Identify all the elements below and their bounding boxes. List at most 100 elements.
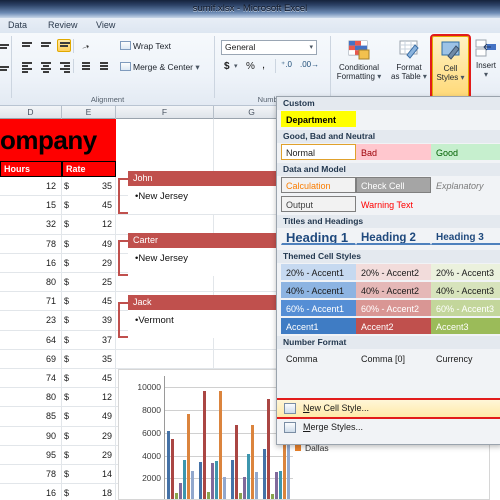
chart-bar[interactable]	[203, 390, 207, 499]
align-right-button[interactable]	[57, 59, 71, 73]
gallery-style-comma-0[interactable]: Comma [0]	[356, 350, 431, 366]
cell-rate[interactable]: 37	[62, 335, 112, 345]
increase-decimal-button[interactable]: ⁺.0	[281, 60, 292, 69]
cell-hours[interactable]: 78	[0, 239, 56, 249]
cell-hours[interactable]: 80	[0, 277, 56, 287]
chart-bar[interactable]	[255, 472, 259, 499]
gallery-style-heading-3[interactable]: Heading 3	[431, 229, 500, 245]
cell-styles-button[interactable]: Cell Styles ▾	[430, 34, 471, 100]
align-top-button[interactable]	[19, 39, 33, 52]
gallery-style-output[interactable]: Output	[281, 196, 356, 212]
gallery-style-check-cell[interactable]: Check Cell	[356, 177, 431, 193]
gallery-style-40-accent2[interactable]: 40% - Accent2	[356, 282, 431, 298]
cell-rate[interactable]: 35	[62, 181, 112, 191]
cell-hours[interactable]: 78	[0, 469, 56, 479]
gallery-style-warning-text[interactable]: Warning Text	[356, 196, 431, 212]
cell-rate[interactable]: 45	[62, 373, 112, 383]
chart-bar[interactable]	[251, 425, 255, 499]
chart-bar[interactable]	[187, 414, 191, 499]
gallery-style-accent1[interactable]: Accent1	[281, 318, 356, 334]
cell-rate[interactable]: 29	[62, 431, 112, 441]
cell-hours[interactable]: 80	[0, 392, 56, 402]
currency-button[interactable]: $	[224, 61, 230, 72]
gallery-style-20-accent1[interactable]: 20% - Accent1	[281, 264, 356, 280]
chart-bar[interactable]	[243, 477, 247, 499]
cell-rate[interactable]: 25	[62, 277, 112, 287]
chart-bar[interactable]	[171, 438, 175, 499]
align-center-button[interactable]	[38, 59, 52, 73]
chart-bar[interactable]	[215, 460, 219, 499]
gallery-style-40-accent3[interactable]: 40% - Accent3	[431, 282, 500, 298]
cell-rate[interactable]: 14	[62, 469, 112, 479]
gallery-style-good[interactable]: Good	[431, 144, 500, 160]
cell-hours[interactable]: 16	[0, 258, 56, 268]
chart-bar[interactable]	[263, 448, 267, 499]
decrease-indent-button[interactable]	[79, 59, 93, 72]
currency-dropdown-icon[interactable]: ▾	[234, 62, 238, 70]
chart-plot-area[interactable]	[165, 376, 293, 499]
align-left-button[interactable]	[19, 59, 33, 73]
comma-style-button[interactable]: ,	[262, 59, 265, 71]
cell-rate[interactable]: 45	[62, 296, 112, 306]
gallery-style-bad[interactable]: Bad	[356, 144, 431, 160]
gallery-style-normal[interactable]: Normal	[281, 144, 356, 160]
decrease-decimal-button[interactable]: .00→	[300, 60, 319, 69]
ribbon-tab-data[interactable]: Data	[4, 18, 31, 33]
cell-hours[interactable]: 64	[0, 335, 56, 345]
chart-bar[interactable]	[179, 482, 183, 499]
cell-rate[interactable]: 12	[62, 392, 112, 402]
merge-styles-menu-item[interactable]: Merge Styles...	[277, 419, 500, 436]
align-bottom-button[interactable]	[57, 39, 71, 52]
chart-bar[interactable]	[231, 460, 235, 499]
gallery-style-60-accent3[interactable]: 60% - Accent3	[431, 300, 500, 316]
increase-indent-button[interactable]	[97, 59, 111, 72]
smartart-node-title-john[interactable]: John	[128, 171, 290, 186]
cell-hours[interactable]: 32	[0, 219, 56, 229]
cell-hours[interactable]: 74	[0, 373, 56, 383]
gallery-style-60-accent1[interactable]: 60% - Accent1	[281, 300, 356, 316]
chart-bar[interactable]	[279, 471, 283, 499]
smartart-node-body-john[interactable]: •New Jersey	[128, 186, 290, 214]
chart-bar[interactable]	[235, 424, 239, 499]
chart-bar[interactable]	[211, 462, 215, 499]
smartart-graphic[interactable]: John •New Jersey Carter •New Jersey Jack…	[118, 171, 290, 357]
gallery-style-accent2[interactable]: Accent2	[356, 318, 431, 334]
conditional-formatting-button[interactable]: Conditional Formatting ▾	[336, 39, 382, 81]
chart-bar[interactable]	[239, 493, 243, 499]
cell-hours[interactable]: 69	[0, 354, 56, 364]
gallery-style-currency[interactable]: Currency	[431, 350, 500, 366]
gallery-style-comma[interactable]: Comma	[281, 350, 356, 366]
company-title-cell[interactable]: ompany	[0, 119, 116, 161]
percent-style-button[interactable]: %	[246, 61, 255, 72]
partial-button-bottom[interactable]	[0, 63, 10, 76]
cell-hours[interactable]: 23	[0, 315, 56, 325]
cell-hours[interactable]: 71	[0, 296, 56, 306]
gallery-style-explanatory[interactable]: Explanatory	[431, 177, 500, 193]
gallery-style-40-accent1[interactable]: 40% - Accent1	[281, 282, 356, 298]
orientation-button[interactable]: ➝	[79, 39, 97, 53]
chart-bar[interactable]	[247, 453, 251, 499]
merge-center-button[interactable]: Merge & Center ▾	[120, 62, 200, 73]
chart-bar[interactable]	[191, 470, 195, 499]
gallery-style-calculation[interactable]: Calculation	[281, 177, 356, 193]
format-as-table-button[interactable]: Format as Table ▾	[388, 39, 430, 81]
gallery-style-20-accent3[interactable]: 20% - Accent3	[431, 264, 500, 280]
cell-rate[interactable]: 18	[62, 488, 112, 498]
gallery-style-20-accent2[interactable]: 20% - Accent2	[356, 264, 431, 280]
cell-rate[interactable]: 45	[62, 200, 112, 210]
smartart-node-body-jack[interactable]: •Vermont	[128, 310, 290, 338]
gallery-style-heading-1[interactable]: Heading 1	[281, 229, 356, 245]
column-header-d[interactable]: D	[0, 106, 62, 119]
gallery-style-accent3[interactable]: Accent3	[431, 318, 500, 334]
ribbon-tab-view[interactable]: View	[92, 18, 119, 33]
cell-rate[interactable]: 49	[62, 411, 112, 421]
chart-bar[interactable]	[223, 477, 227, 499]
partial-button-top[interactable]	[0, 41, 10, 54]
gallery-style-department[interactable]: Department	[281, 111, 356, 127]
chart-bar[interactable]	[219, 390, 223, 499]
cell-rate[interactable]: 12	[62, 219, 112, 229]
header-hours[interactable]: Hours	[0, 161, 62, 177]
cell-hours[interactable]: 95	[0, 450, 56, 460]
cell-rate[interactable]: 49	[62, 239, 112, 249]
cell-rate[interactable]: 29	[62, 258, 112, 268]
